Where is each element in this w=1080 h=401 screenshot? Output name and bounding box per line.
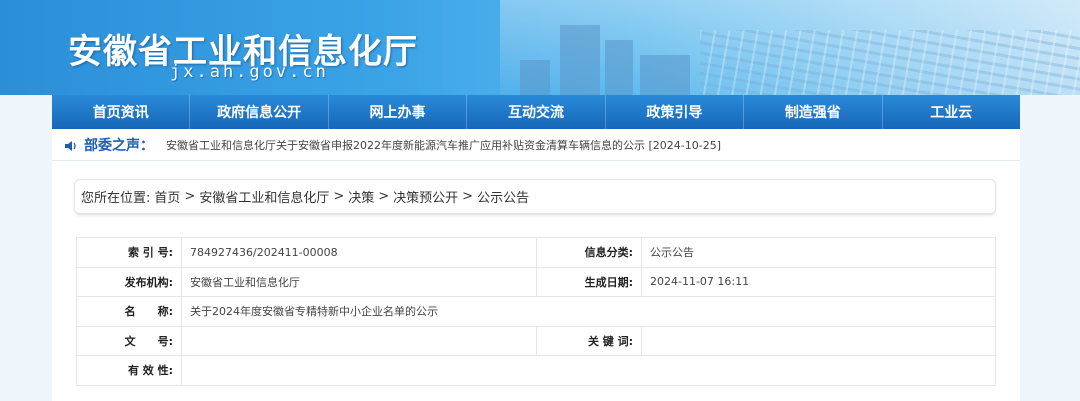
banner-building xyxy=(560,25,600,95)
nav-item-policy[interactable]: 政策引导 xyxy=(606,95,745,129)
breadcrumb-announcements[interactable]: 公示公告 xyxy=(477,187,529,206)
nav-item-interaction[interactable]: 互动交流 xyxy=(467,95,606,129)
name-label: 名 称: xyxy=(76,296,182,327)
ticker-link[interactable]: 安徽省工业和信息化厅关于安徽省申报2022年度新能源汽车推广应用补贴资金清算车辆… xyxy=(166,137,721,153)
name-value: 关于2024年度安徽省专精特新中小企业名单的公示 xyxy=(181,296,996,327)
category-label: 信息分类: xyxy=(536,237,642,268)
main-content: 您所在位置: 首页 > 安徽省工业和信息化厅 > 决策 > 决策预公开 > 公示… xyxy=(52,161,1020,401)
breadcrumb-prefix: 您所在位置: xyxy=(81,191,151,206)
validity-label: 有 效 性: xyxy=(76,355,182,386)
breadcrumb-department[interactable]: 安徽省工业和信息化厅 xyxy=(199,187,329,206)
nav-item-gov-info[interactable]: 政府信息公开 xyxy=(190,95,329,129)
breadcrumb-home[interactable]: 首页 xyxy=(154,187,180,206)
publisher-label: 发布机构: xyxy=(76,266,182,297)
table-row: 索 引 号: 784927436/202411-00008 信息分类: 公示公告 xyxy=(76,237,996,268)
index-value: 784927436/202411-00008 xyxy=(181,237,537,268)
banner-building xyxy=(640,55,690,95)
validity-value xyxy=(181,355,996,386)
breadcrumb-separator: > xyxy=(184,189,196,204)
header-banner: 安徽省工业和信息化厅 jx.ah.gov.cn xyxy=(0,0,1080,95)
breadcrumb-pre-disclosure[interactable]: 决策预公开 xyxy=(393,187,458,206)
nav-item-online-services[interactable]: 网上办事 xyxy=(329,95,468,129)
breadcrumb-separator: > xyxy=(333,189,345,204)
banner-building xyxy=(520,60,550,95)
doc-number-value xyxy=(181,325,537,356)
breadcrumb-separator: > xyxy=(462,189,474,204)
ticker-label: 部委之声： xyxy=(84,137,154,154)
doc-number-label: 文 号: xyxy=(76,325,182,356)
index-label: 索 引 号: xyxy=(76,237,182,268)
table-row: 名 称: 关于2024年度安徽省专精特新中小企业名单的公示 xyxy=(76,296,996,327)
table-row: 发布机构: 安徽省工业和信息化厅 生成日期: 2024-11-07 16:11 xyxy=(76,266,996,297)
nav-item-manufacturing[interactable]: 制造强省 xyxy=(744,95,883,129)
date-value: 2024-11-07 16:11 xyxy=(641,266,996,297)
nav-item-home[interactable]: 首页资讯 xyxy=(52,95,191,129)
site-domain: jx.ah.gov.cn xyxy=(170,62,329,82)
category-value: 公示公告 xyxy=(641,237,996,268)
nav-item-industry-cloud[interactable]: 工业云 xyxy=(883,95,1020,129)
breadcrumb: 您所在位置: 首页 > 安徽省工业和信息化厅 > 决策 > 决策预公开 > 公示… xyxy=(74,179,996,215)
table-row: 文 号: 关 键 词: xyxy=(76,325,996,356)
banner-railway-graphic xyxy=(700,30,1080,95)
breadcrumb-decision[interactable]: 决策 xyxy=(348,187,374,206)
publisher-value: 安徽省工业和信息化厅 xyxy=(181,266,537,297)
banner-building xyxy=(605,40,633,95)
keywords-value xyxy=(641,325,996,356)
main-nav: 首页资讯 政府信息公开 网上办事 互动交流 政策引导 制造强省 工业云 xyxy=(52,95,1020,129)
keywords-label: 关 键 词: xyxy=(536,325,642,356)
table-row: 有 效 性: xyxy=(76,355,996,386)
speaker-icon xyxy=(64,138,78,152)
document-info-table: 索 引 号: 784927436/202411-00008 信息分类: 公示公告… xyxy=(76,237,996,386)
news-ticker: 部委之声： 安徽省工业和信息化厅关于安徽省申报2022年度新能源汽车推广应用补贴… xyxy=(52,129,1020,161)
date-label: 生成日期: xyxy=(536,266,642,297)
breadcrumb-separator: > xyxy=(378,189,390,204)
